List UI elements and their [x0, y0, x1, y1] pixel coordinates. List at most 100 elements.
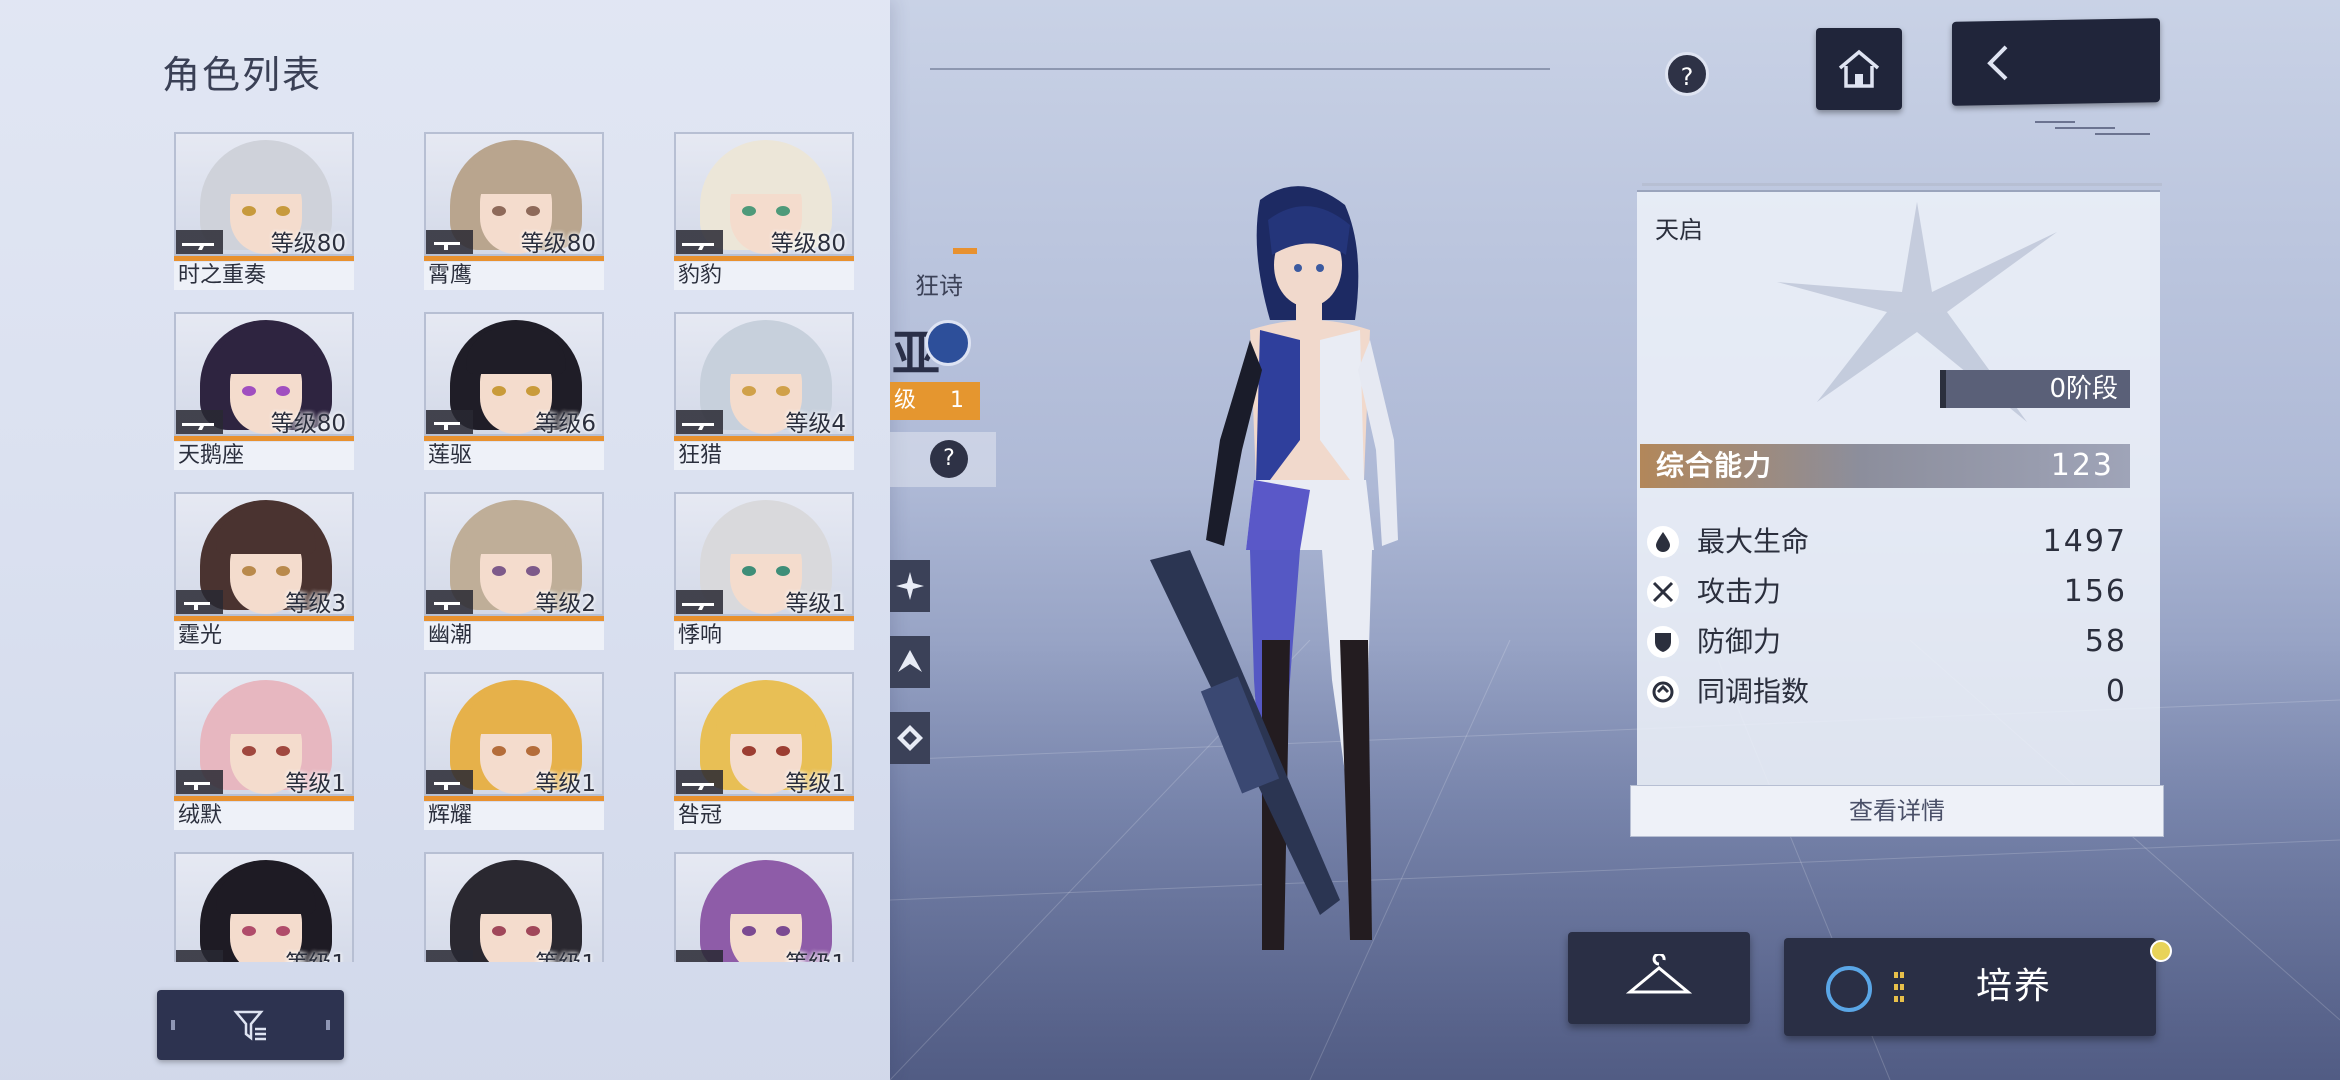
- portrait-eye: [276, 566, 290, 576]
- stat-value: 0: [2105, 674, 2127, 709]
- skill-slot-2[interactable]: [890, 636, 930, 688]
- character-portrait: 等级4: [674, 312, 854, 436]
- character-name: 狂猎: [674, 442, 854, 470]
- character-card[interactable]: 等级1: [424, 852, 604, 962]
- rarity-stripe: [174, 436, 354, 441]
- train-button[interactable]: 培养: [1784, 938, 2156, 1036]
- character-card[interactable]: 等级1 绒默: [174, 672, 354, 832]
- rarity-stripe: [174, 796, 354, 801]
- help-button[interactable]: ?: [1665, 52, 1709, 96]
- shield-icon: [1655, 633, 1671, 652]
- character-model: [1150, 186, 1398, 950]
- portrait-eye: [526, 206, 540, 216]
- character-card[interactable]: 等级1 辉耀: [424, 672, 604, 832]
- rarity-stripe: [424, 256, 604, 261]
- rarity-stripe: [674, 436, 854, 441]
- character-level: 等级1: [285, 771, 346, 796]
- rarity-stripe: [674, 616, 854, 621]
- portrait-eye: [742, 386, 756, 396]
- character-name: 霆光: [174, 622, 354, 650]
- wardrobe-button[interactable]: [1568, 932, 1750, 1024]
- character-card[interactable]: 等级1 咎冠: [674, 672, 854, 832]
- hanger-icon: [1626, 954, 1692, 994]
- rarity-stripe: [424, 796, 604, 801]
- character-card[interactable]: 等级2 幽潮: [424, 492, 604, 652]
- character-level: 等级1: [785, 950, 846, 962]
- skill-slot-1[interactable]: [890, 560, 930, 612]
- header-divider: [930, 68, 1550, 70]
- home-icon: [1838, 49, 1880, 88]
- character-level: 等级80: [270, 231, 346, 256]
- character-name: 时之重奏: [174, 262, 354, 290]
- portrait-eye: [242, 566, 256, 576]
- filter-button[interactable]: [157, 990, 344, 1060]
- character-card[interactable]: 等级80 时之重奏: [174, 132, 354, 292]
- panel-title: 角色列表: [162, 53, 323, 97]
- character-card[interactable]: 等级80 天鹅座: [174, 312, 354, 472]
- weapon-type-icon: [180, 954, 220, 962]
- mid-label: 狂诗: [915, 272, 963, 300]
- stat-value: 58: [2084, 624, 2127, 659]
- character-level: 等级1: [785, 591, 846, 616]
- stat-value: 156: [2063, 574, 2127, 609]
- portrait-eye: [742, 746, 756, 756]
- power-value: 123: [2050, 448, 2114, 483]
- filter-left-tick: [171, 1020, 175, 1030]
- power-label: 综合能力: [1656, 449, 1773, 482]
- character-level: 等级6: [535, 411, 596, 436]
- portrait-eye: [492, 566, 506, 576]
- character-card[interactable]: 等级1: [174, 852, 354, 962]
- character-card[interactable]: 等级6 莲驱: [424, 312, 604, 472]
- view-details-button[interactable]: 查看详情: [1630, 785, 2164, 837]
- crossed-swords-icon: [1652, 581, 1674, 603]
- skill-1-icon: [896, 572, 924, 600]
- portrait-eye: [276, 206, 290, 216]
- skill-slot-3[interactable]: [890, 712, 930, 764]
- character-name: 豹豹: [674, 262, 854, 290]
- character-card[interactable]: 等级1: [674, 852, 854, 962]
- character-name: 幽潮: [424, 622, 604, 650]
- character-card[interactable]: 等级4 狂猎: [674, 312, 854, 472]
- weapon-type-icon: [430, 774, 470, 794]
- character-portrait: 等级2: [424, 492, 604, 616]
- character-list-panel: 角色列表 等级80 时之重奏 等级80 霄鹰 等级80 豹豹 等级80 天鹅座 等级6 莲驱 等级4…: [0, 0, 890, 1080]
- stats-panel: 天启 0阶段 综合能力 123 最大生命 1497 攻击力 156 防御力 58…: [1637, 190, 2160, 792]
- home-button[interactable]: [1816, 28, 1902, 110]
- stage-badge: 0阶段: [1940, 370, 2130, 408]
- combat-power-bar: 综合能力 123: [1640, 444, 2130, 488]
- character-level: 等级80: [770, 231, 846, 256]
- element-icon: [925, 320, 971, 366]
- character-portrait: 等级80: [674, 132, 854, 256]
- stat-row-defense: 防御力 58: [1647, 622, 2127, 662]
- character-card[interactable]: 等级3 霆光: [174, 492, 354, 652]
- character-portrait: 等级1: [674, 672, 854, 796]
- stat-value: 1497: [2042, 524, 2127, 559]
- character-portrait: 等级1: [174, 852, 354, 962]
- portrait-eye: [492, 926, 506, 936]
- character-card[interactable]: 等级80 霄鹰: [424, 132, 604, 292]
- character-portrait: 等级6: [424, 312, 604, 436]
- skill-2-icon: [898, 650, 922, 672]
- weapon-type-icon: [680, 234, 720, 254]
- weapon-type-icon: [180, 414, 220, 434]
- portrait-eye: [242, 926, 256, 936]
- character-card[interactable]: 等级80 豹豹: [674, 132, 854, 292]
- stat-label: 同调指数: [1697, 675, 1810, 708]
- weapon-type-icon: [430, 594, 470, 614]
- character-level: 等级1: [285, 950, 346, 962]
- portrait-eye: [776, 566, 790, 576]
- sync-icon: [1652, 681, 1674, 703]
- character-portrait: 等级80: [174, 312, 354, 436]
- back-button[interactable]: [1952, 18, 2160, 106]
- character-card[interactable]: 等级1 悸响: [674, 492, 854, 652]
- portrait-eye: [242, 386, 256, 396]
- rarity-stripe: [174, 616, 354, 621]
- weapon-title: 天启: [1655, 216, 1703, 244]
- skill-3-icon: [897, 725, 923, 751]
- mid-level-value: 1: [950, 388, 964, 413]
- drop-icon: [1656, 532, 1670, 552]
- weapon-type-icon: [430, 414, 470, 434]
- character-portrait: 等级1: [424, 672, 604, 796]
- portrait-eye: [526, 566, 540, 576]
- mid-help-icon[interactable]: ?: [930, 440, 968, 478]
